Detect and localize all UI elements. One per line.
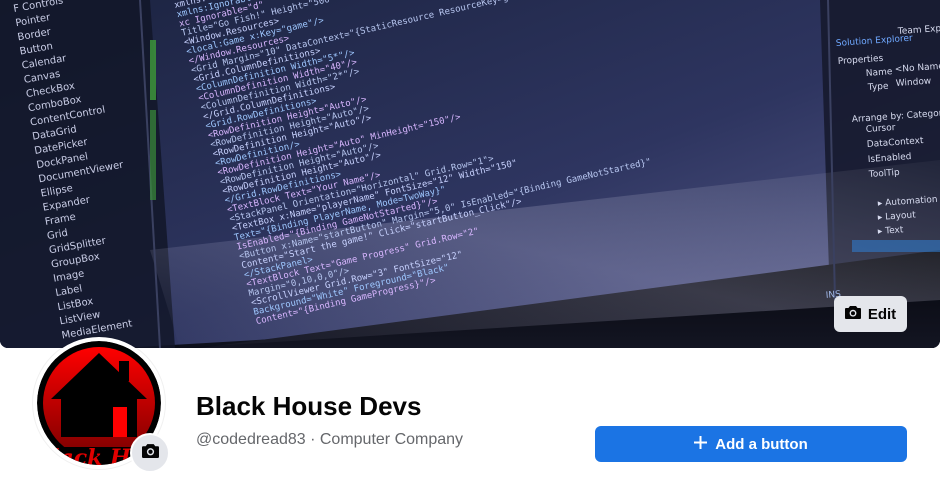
plus-icon	[694, 435, 708, 453]
add-button-label: Add a button	[715, 435, 808, 453]
code-screen-image: F ControlsPointerBorderButtonCalendarCan…	[0, 0, 940, 348]
page-title: Black House Devs	[196, 391, 422, 421]
cover-photo: F Controls Pointer Border Button Calendar Can…	[0, 0, 940, 348]
prop-group: ▸ Text	[878, 225, 905, 237]
prop-name-label: Name	[866, 67, 894, 79]
edit-cover-button[interactable]: Edit	[834, 296, 907, 332]
prop-item: Cursor	[866, 123, 897, 135]
camera-icon	[141, 443, 159, 463]
update-profile-picture-button[interactable]	[130, 433, 170, 473]
page-handle-category: @codedread83 · Computer Company	[196, 431, 464, 448]
prop-type-label: Type	[867, 82, 890, 94]
camera-icon	[844, 305, 861, 323]
add-a-button-button[interactable]: Add a button	[595, 426, 907, 462]
edit-label: Edit	[867, 305, 897, 323]
profile-picture[interactable]: Black Hou	[33, 337, 170, 473]
